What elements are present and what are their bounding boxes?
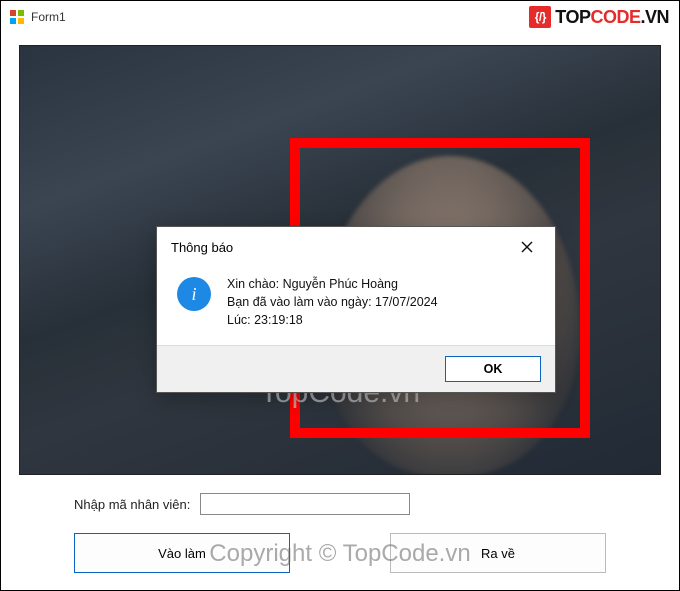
app-icon (9, 9, 25, 25)
dialog-title: Thông báo (171, 240, 233, 255)
dialog-body: i Xin chào: Nguyễn Phúc Hoàng Bạn đã vào… (157, 265, 555, 345)
brand-text-1: TOP (555, 7, 590, 28)
brand-logo: {/} TOPCODE.VN (529, 6, 669, 28)
window-title: Form1 (31, 10, 66, 24)
brand-mark-icon: {/} (529, 6, 551, 28)
dialog-line-2: Bạn đã vào làm vào ngày: 17/07/2024 (227, 293, 438, 311)
message-dialog: Thông báo i Xin chào: Nguyễn Phúc Hoàng … (156, 226, 556, 393)
brand-text-2: CODE (590, 7, 640, 28)
checkin-button[interactable]: Vào làm (74, 533, 290, 573)
dialog-line-3: Lúc: 23:19:18 (227, 311, 438, 329)
info-icon: i (177, 277, 211, 311)
dialog-titlebar: Thông báo (157, 227, 555, 265)
close-icon (521, 241, 533, 253)
checkout-button[interactable]: Ra về (390, 533, 606, 573)
dialog-line-1: Xin chào: Nguyễn Phúc Hoàng (227, 275, 438, 293)
dialog-ok-button[interactable]: OK (445, 356, 541, 382)
window-titlebar: Form1 {/} TOPCODE.VN (1, 1, 679, 33)
employee-id-label: Nhập mã nhân viên: (74, 497, 190, 512)
brand-text-3: .VN (640, 7, 669, 28)
employee-id-row: Nhập mã nhân viên: (19, 493, 661, 515)
dialog-message: Xin chào: Nguyễn Phúc Hoàng Bạn đã vào l… (227, 275, 438, 329)
employee-id-input[interactable] (200, 493, 410, 515)
dialog-close-button[interactable] (509, 235, 545, 259)
dialog-footer: OK (157, 345, 555, 392)
action-buttons: Vào làm Ra về (19, 533, 661, 573)
